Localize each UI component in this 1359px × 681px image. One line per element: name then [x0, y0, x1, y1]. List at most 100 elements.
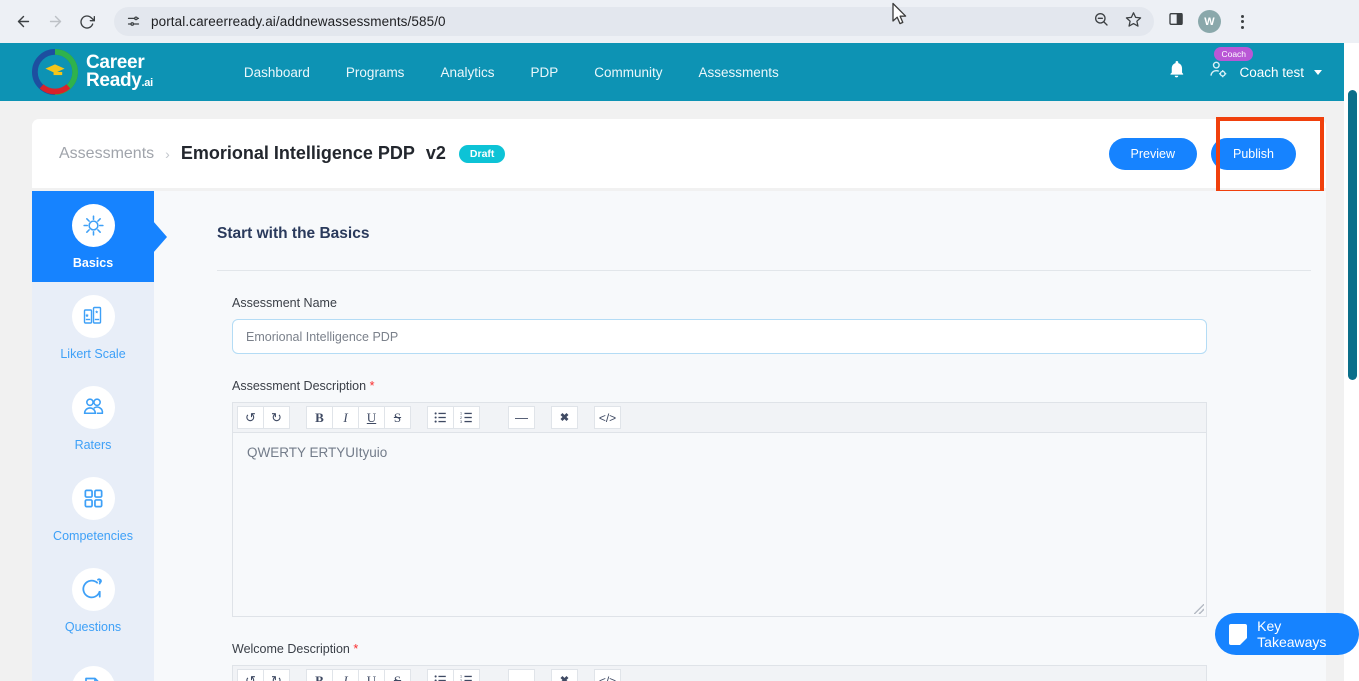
- bold-button[interactable]: B: [306, 669, 333, 681]
- sidebar-item-label: Raters: [75, 438, 112, 452]
- site-settings-icon[interactable]: [126, 14, 141, 29]
- address-bar[interactable]: portal.careerready.ai/addnewassessments/…: [114, 7, 1154, 36]
- required-marker: *: [370, 379, 375, 393]
- back-button[interactable]: [8, 7, 38, 37]
- clear-format-button[interactable]: ✖: [551, 406, 578, 429]
- browser-nav-buttons: [0, 7, 102, 37]
- breadcrumb-separator-icon: ›: [165, 146, 170, 162]
- resize-handle[interactable]: [1194, 604, 1204, 614]
- strikethrough-button[interactable]: S: [384, 406, 411, 429]
- sidebar-item-competencies[interactable]: Competencies: [32, 464, 154, 555]
- sidebar-item-raters[interactable]: Raters: [32, 373, 154, 464]
- sidebar-item-label: Likert Scale: [60, 347, 125, 361]
- clear-format-button[interactable]: ✖: [551, 669, 578, 681]
- italic-button[interactable]: I: [332, 669, 359, 681]
- bold-button[interactable]: B: [306, 406, 333, 429]
- assessment-name-input[interactable]: [232, 319, 1207, 354]
- mouse-cursor: [891, 2, 909, 33]
- reload-button[interactable]: [72, 7, 102, 37]
- strikethrough-button[interactable]: S: [384, 669, 411, 681]
- chevron-down-icon[interactable]: [1314, 70, 1322, 75]
- assessment-header: Assessments › Emorional Intelligence PDP…: [32, 119, 1326, 188]
- header-action-buttons: Preview Publish: [1109, 138, 1296, 170]
- welcome-description-label-text: Welcome Description: [232, 642, 350, 656]
- nav-item-analytics[interactable]: Analytics: [440, 65, 494, 80]
- user-menu[interactable]: Coach Coach test: [1208, 59, 1322, 85]
- assessment-name-field: Assessment Name: [232, 296, 1207, 354]
- welcome-description-field: Welcome Description * ↺ ↻ B I U S: [232, 642, 1207, 681]
- brand-logo[interactable]: Career Ready.ai: [32, 49, 153, 95]
- key-takeaways-label: Key Takeaways: [1257, 618, 1341, 650]
- sidebar-item-label: Basics: [73, 256, 113, 270]
- welcome-description-editor: ↺ ↻ B I U S: [232, 665, 1207, 681]
- bullet-list-button[interactable]: [427, 406, 454, 429]
- assessment-name-label: Assessment Name: [232, 296, 1207, 310]
- sidebar-item-basics[interactable]: Basics: [32, 191, 154, 282]
- redo-button[interactable]: ↻: [263, 406, 290, 429]
- note-card-icon: [1229, 624, 1247, 645]
- likert-scale-icon: [72, 295, 115, 338]
- assessment-description-value: QWERTY ERTYUItyuio: [247, 445, 387, 460]
- page-scrollbar-thumb[interactable]: [1348, 90, 1357, 380]
- undo-button[interactable]: ↺: [237, 406, 264, 429]
- nav-item-pdp[interactable]: PDP: [530, 65, 558, 80]
- code-view-button[interactable]: </>: [594, 406, 621, 429]
- numbered-list-button[interactable]: 123: [453, 406, 480, 429]
- zoom-out-icon[interactable]: [1093, 11, 1109, 32]
- sidebar-item-questions[interactable]: Questions: [32, 555, 154, 646]
- horizontal-rule-button[interactable]: —: [508, 406, 535, 429]
- nav-item-programs[interactable]: Programs: [346, 65, 405, 80]
- browser-toolbar: portal.careerready.ai/addnewassessments/…: [0, 0, 1359, 43]
- nav-item-community[interactable]: Community: [594, 65, 662, 80]
- kebab-menu-icon[interactable]: [1235, 15, 1250, 29]
- welcome-description-label: Welcome Description *: [232, 642, 1207, 656]
- required-marker: *: [353, 642, 358, 656]
- underline-button[interactable]: U: [358, 669, 385, 681]
- back-arrow-icon: [15, 13, 32, 30]
- section-divider: [217, 270, 1311, 271]
- assessment-editor: Basics Likert Scale: [32, 191, 1326, 681]
- role-badge: Coach: [1214, 47, 1253, 61]
- star-bookmark-icon[interactable]: [1125, 11, 1142, 33]
- basics-form: Start with the Basics Assessment Name As…: [154, 191, 1326, 681]
- publish-button[interactable]: Publish: [1211, 138, 1296, 170]
- page-scrollbar-track[interactable]: [1344, 43, 1359, 681]
- redo-button[interactable]: ↻: [263, 669, 290, 681]
- nav-item-dashboard[interactable]: Dashboard: [244, 65, 310, 80]
- numbered-list-button[interactable]: 123: [453, 669, 480, 681]
- assessment-description-label: Assessment Description *: [232, 379, 1207, 393]
- browser-profile-avatar[interactable]: W: [1198, 10, 1221, 33]
- navbar-user-area: Coach Coach test: [1167, 59, 1344, 85]
- nav-item-assessments[interactable]: Assessments: [699, 65, 779, 80]
- editor-toolbar: ↺ ↻ B I U S: [232, 665, 1207, 681]
- user-name-label: Coach test: [1239, 65, 1304, 80]
- forward-button[interactable]: [40, 7, 70, 37]
- italic-button[interactable]: I: [332, 406, 359, 429]
- editor-toolbar: ↺ ↻ B I U S: [232, 402, 1207, 433]
- url-text: portal.careerready.ai/addnewassessments/…: [151, 14, 446, 29]
- document-page-icon: [72, 666, 115, 681]
- brand-name: Career Ready.ai: [86, 54, 153, 90]
- sidebar-item-report[interactable]: [32, 646, 154, 681]
- editor-step-sidebar: Basics Likert Scale: [32, 191, 154, 681]
- sidebar-item-label: Competencies: [53, 529, 133, 543]
- bullet-list-button[interactable]: [427, 669, 454, 681]
- sidebar-item-label: Questions: [65, 620, 121, 634]
- underline-button[interactable]: U: [358, 406, 385, 429]
- undo-button[interactable]: ↺: [237, 669, 264, 681]
- page-title: Emorional Intelligence PDP: [181, 143, 415, 164]
- notification-bell-icon[interactable]: [1167, 60, 1186, 84]
- breadcrumb-assessments-link[interactable]: Assessments: [59, 145, 154, 163]
- key-takeaways-button[interactable]: Key Takeaways: [1215, 613, 1359, 655]
- svg-text:3: 3: [460, 420, 462, 424]
- user-settings-icon[interactable]: [1208, 59, 1229, 85]
- preview-button[interactable]: Preview: [1109, 138, 1197, 170]
- horizontal-rule-button[interactable]: —: [508, 669, 535, 681]
- side-panel-icon[interactable]: [1168, 11, 1184, 32]
- gear-sun-icon: [72, 204, 115, 247]
- assessment-description-label-text: Assessment Description: [232, 379, 366, 393]
- assessment-description-textarea[interactable]: QWERTY ERTYUItyuio: [232, 433, 1207, 617]
- code-view-button[interactable]: </>: [594, 669, 621, 681]
- sidebar-item-likert-scale[interactable]: Likert Scale: [32, 282, 154, 373]
- brand-line-2: Ready: [86, 70, 142, 91]
